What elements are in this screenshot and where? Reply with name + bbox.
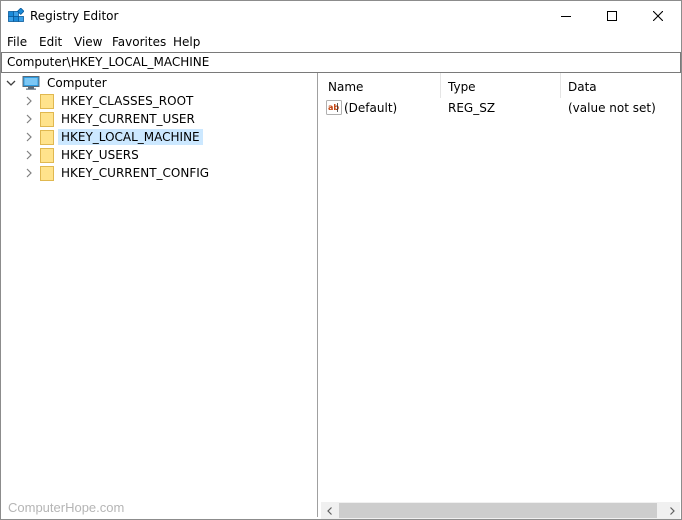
tree-item-label: HKEY_CURRENT_USER <box>61 112 195 126</box>
chevron-right-icon <box>669 506 675 515</box>
address-bar[interactable]: Computer\HKEY_LOCAL_MACHINE <box>1 52 681 73</box>
computer-icon <box>22 76 40 90</box>
horizontal-scrollbar[interactable] <box>321 502 680 519</box>
tree-item-hkey-classes-root[interactable]: HKEY_CLASSES_ROOT <box>24 92 196 110</box>
tree-item-computer[interactable]: Computer <box>6 74 110 92</box>
tree-item-label: Computer <box>47 76 107 90</box>
chevron-down-icon[interactable] <box>6 78 16 88</box>
menu-view[interactable]: View <box>74 35 102 49</box>
registry-editor-window: Registry Editor File Edit View Favorites… <box>0 0 682 520</box>
close-button[interactable] <box>635 1 681 31</box>
scroll-left-button[interactable] <box>321 502 338 519</box>
tree-item-hkey-current-user[interactable]: HKEY_CURRENT_USER <box>24 110 198 128</box>
folder-icon <box>40 111 54 127</box>
chevron-right-icon[interactable] <box>24 150 34 160</box>
scrollbar-thumb[interactable] <box>339 503 657 518</box>
tree-item-hkey-current-config[interactable]: HKEY_CURRENT_CONFIG <box>24 164 212 182</box>
watermark-text: ComputerHope.com <box>8 500 125 515</box>
key-tree-pane[interactable]: Computer HKEY_CLASSES_ROOT HKEY_CURRENT_… <box>2 73 318 517</box>
tree-item-label: HKEY_CURRENT_CONFIG <box>61 166 210 180</box>
values-list-pane[interactable]: Name Type Data ab (Default) REG_SZ (valu… <box>321 73 680 517</box>
chevron-right-icon[interactable] <box>24 96 34 106</box>
value-name: (Default) <box>344 101 398 115</box>
chevron-right-icon[interactable] <box>24 168 34 178</box>
folder-icon <box>40 147 54 163</box>
tree-item-label: HKEY_USERS <box>61 148 139 162</box>
minimize-icon <box>561 16 571 17</box>
tree-item-hkey-local-machine[interactable]: HKEY_LOCAL_MACHINE <box>24 128 203 146</box>
menu-edit[interactable]: Edit <box>39 35 62 49</box>
scroll-right-button[interactable] <box>663 502 680 519</box>
value-type: REG_SZ <box>448 101 496 115</box>
menu-help[interactable]: Help <box>173 35 200 49</box>
title-bar[interactable]: Registry Editor <box>1 1 681 31</box>
folder-icon <box>40 165 54 181</box>
tree-item-label: HKEY_LOCAL_MACHINE <box>58 129 203 145</box>
column-header-type[interactable]: Type <box>441 73 560 98</box>
menu-file[interactable]: File <box>7 35 27 49</box>
address-path: Computer\HKEY_LOCAL_MACHINE <box>7 55 210 69</box>
window-title: Registry Editor <box>30 9 119 23</box>
value-data: (value not set) <box>568 101 656 115</box>
string-value-icon: ab <box>326 100 342 115</box>
value-row[interactable]: ab (Default) REG_SZ (value not set) <box>321 99 680 118</box>
close-icon <box>653 11 663 21</box>
column-header-name[interactable]: Name <box>321 73 440 98</box>
menu-bar: File Edit View Favorites Help <box>1 32 681 52</box>
folder-icon <box>40 129 54 145</box>
chevron-right-icon[interactable] <box>24 132 34 142</box>
chevron-right-icon[interactable] <box>24 114 34 124</box>
chevron-left-icon <box>326 506 332 515</box>
menu-favorites[interactable]: Favorites <box>112 35 166 49</box>
maximize-icon <box>607 11 617 21</box>
registry-editor-icon <box>8 8 24 22</box>
tree-item-label: HKEY_CLASSES_ROOT <box>61 94 194 108</box>
tree-item-hkey-users[interactable]: HKEY_USERS <box>24 146 142 164</box>
column-header-data[interactable]: Data <box>561 73 680 98</box>
maximize-button[interactable] <box>589 1 635 31</box>
folder-icon <box>40 93 54 109</box>
minimize-button[interactable] <box>543 1 589 31</box>
